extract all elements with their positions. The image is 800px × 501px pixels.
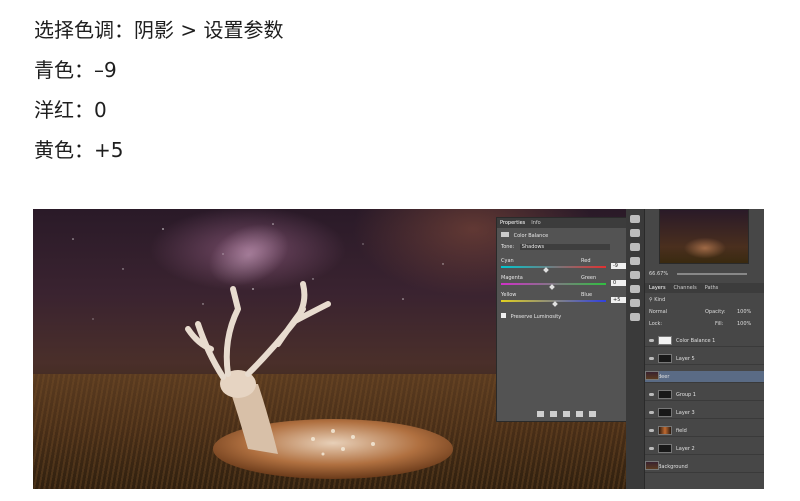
- styles-icon[interactable]: [630, 257, 640, 265]
- eye-icon[interactable]: [649, 393, 654, 396]
- layer-thumbnail: [658, 390, 672, 399]
- green-label: Green: [581, 275, 597, 281]
- eye-icon[interactable]: [649, 411, 654, 414]
- magenta-value-line: 洋红：0: [34, 98, 107, 122]
- layer-row[interactable]: field: [645, 425, 764, 437]
- cyan-red-labels: Cyan Red: [501, 258, 591, 264]
- view-previous-icon[interactable]: [550, 411, 557, 417]
- navigator-preview[interactable]: [659, 209, 749, 264]
- layer-thumbnail: [658, 354, 672, 363]
- opacity-field[interactable]: 100%: [737, 309, 751, 315]
- tab-layers[interactable]: Layers: [649, 285, 666, 291]
- magenta-green-labels: Magenta Green: [501, 275, 596, 281]
- cyan-value-line: 青色：–9: [34, 58, 117, 82]
- tab-info[interactable]: Info: [531, 220, 540, 226]
- eye-icon[interactable]: [649, 429, 654, 432]
- blend-mode-dropdown[interactable]: Normal: [649, 309, 667, 315]
- preserve-luminosity-checkbox[interactable]: [501, 313, 506, 318]
- layer-name: Group 1: [676, 391, 696, 398]
- layer-thumbnail: [658, 408, 672, 417]
- layer-name: Color Balance 1: [676, 337, 716, 344]
- layers-column: 66.67% Layers Channels Paths ⚲ Kind Norm…: [644, 209, 764, 489]
- reset-icon[interactable]: [563, 411, 570, 417]
- zoom-value[interactable]: 66.67%: [649, 271, 668, 277]
- layer-name: field: [676, 427, 687, 434]
- preserve-luminosity-label: Preserve Luminosity: [510, 314, 562, 320]
- filter-kind[interactable]: ⚲ Kind: [649, 297, 665, 303]
- tone-instruction: 选择色调：阴影 > 设置参数: [34, 18, 284, 42]
- fill-field[interactable]: 100%: [737, 321, 751, 327]
- yellow-value-line: 黄色：+5: [34, 138, 124, 162]
- magenta-green-thumb[interactable]: [549, 284, 555, 290]
- trash-icon[interactable]: [589, 411, 596, 417]
- kind-dropdown[interactable]: Kind: [654, 297, 665, 303]
- layer-row[interactable]: Layer 3: [645, 407, 764, 419]
- lock-label: Lock:: [649, 321, 663, 327]
- cyan-red-slider[interactable]: [501, 266, 606, 268]
- layer-thumbnail: [658, 444, 672, 453]
- photoshop-screenshot: Properties Info Color Balance Tone: Shad…: [33, 209, 764, 489]
- yellow-label: Yellow: [501, 292, 517, 298]
- instruction-text: 选择色调：阴影 > 设置参数 青色：–9 洋红：0 黄色：+5: [34, 10, 283, 170]
- layer-row[interactable]: Layer 5: [645, 353, 764, 365]
- search-icon: ⚲: [649, 297, 653, 303]
- yellow-blue-labels: Yellow Blue: [501, 292, 592, 298]
- layer-row[interactable]: Group 1: [645, 389, 764, 401]
- layer-name: Layer 5: [676, 355, 695, 362]
- layer-thumbnail: [658, 426, 672, 435]
- adjustment-title: Color Balance: [513, 233, 549, 239]
- lock-row: Lock: Fill: 100%: [649, 321, 761, 327]
- layer-row[interactable]: deer: [645, 371, 764, 383]
- layer-row[interactable]: Color Balance 1: [645, 335, 764, 347]
- tab-paths[interactable]: Paths: [705, 285, 719, 291]
- panel-toolstrip: [626, 209, 644, 489]
- fill-label: Fill:: [715, 321, 724, 327]
- blend-row: Normal Opacity: 100%: [649, 309, 761, 315]
- layer-name: Layer 3: [676, 409, 695, 416]
- layer-thumbnail: [645, 371, 659, 380]
- eye-icon[interactable]: [649, 357, 654, 360]
- tab-channels[interactable]: Channels: [674, 285, 697, 291]
- layer-name: deer: [658, 373, 670, 380]
- opacity-label: Opacity:: [705, 309, 726, 315]
- tone-label: Tone:: [501, 244, 515, 250]
- tools-icon[interactable]: [630, 313, 640, 321]
- layer-name: Background: [658, 463, 688, 470]
- layer-row[interactable]: Layer 2: [645, 443, 764, 455]
- layer-name: Layer 2: [676, 445, 695, 452]
- cyan-red-thumb[interactable]: [543, 267, 549, 273]
- properties-panel: Properties Info Color Balance Tone: Shad…: [496, 217, 646, 422]
- history-icon[interactable]: [630, 215, 640, 223]
- adjustments-icon[interactable]: [630, 243, 640, 251]
- brush-icon[interactable]: [630, 299, 640, 307]
- preserve-luminosity-row: Preserve Luminosity: [501, 313, 561, 320]
- properties-tabs: Properties Info: [497, 218, 645, 228]
- zoom-bar: 66.67%: [649, 271, 761, 277]
- character-icon[interactable]: [630, 285, 640, 293]
- cyan-label: Cyan: [501, 258, 514, 264]
- visibility-icon[interactable]: [576, 411, 583, 417]
- properties-footer: [537, 411, 596, 417]
- layer-thumbnail: [645, 461, 659, 470]
- blue-label: Blue: [581, 292, 593, 298]
- red-label: Red: [581, 258, 591, 264]
- paragraph-icon[interactable]: [630, 271, 640, 279]
- yellow-blue-thumb[interactable]: [552, 301, 558, 307]
- tab-properties[interactable]: Properties: [500, 220, 525, 226]
- layer-thumbnail: [658, 336, 672, 345]
- adjustment-header: Color Balance: [501, 232, 548, 239]
- tone-dropdown[interactable]: Shadows: [519, 244, 610, 250]
- magenta-label: Magenta: [501, 275, 523, 281]
- eye-icon[interactable]: [649, 447, 654, 450]
- color-balance-icon: [501, 232, 509, 237]
- layers-tabs: Layers Channels Paths: [645, 283, 764, 293]
- clip-layer-icon[interactable]: [537, 411, 544, 417]
- layer-row[interactable]: Background: [645, 461, 764, 473]
- eye-icon[interactable]: [649, 339, 654, 342]
- zoom-slider[interactable]: [677, 273, 747, 275]
- tone-row: Tone: Shadows: [501, 244, 610, 250]
- info-icon[interactable]: [630, 229, 640, 237]
- stars: [72, 223, 444, 320]
